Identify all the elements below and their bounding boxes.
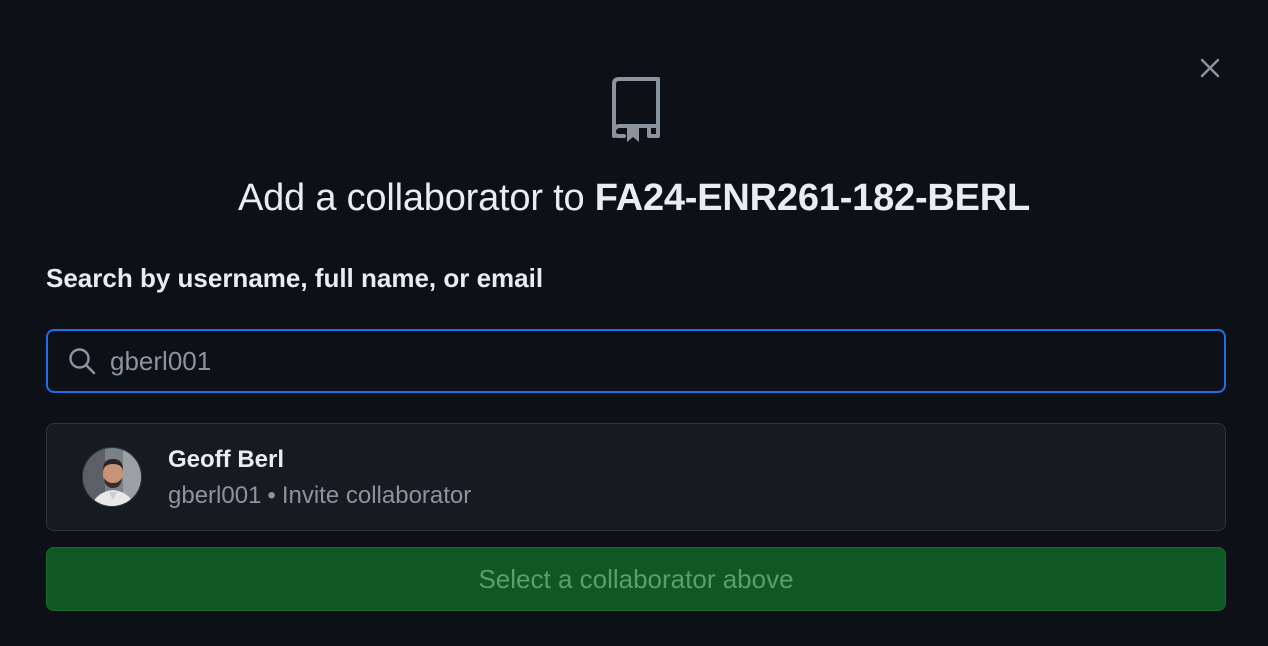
title-prefix: Add a collaborator to xyxy=(237,177,595,219)
invite-action-text: Invite collaborator xyxy=(281,482,472,509)
collaborator-result-item[interactable]: Geoff Berl gberl001 • Invite collaborator xyxy=(46,423,1226,531)
collaborator-name: Geoff Berl xyxy=(168,446,285,473)
add-collaborator-dialog: Add a collaborator to FA24-ENR261-182-BE… xyxy=(0,0,1268,646)
separator-dot: • xyxy=(267,482,276,509)
collaborator-username: gberl001 xyxy=(168,482,262,509)
search-icon xyxy=(66,345,98,377)
search-field[interactable] xyxy=(46,329,1226,393)
avatar xyxy=(82,447,142,507)
close-button[interactable] xyxy=(1194,52,1226,84)
collaborator-meta: gberl001 • Invite collaborator xyxy=(168,480,471,512)
search-input[interactable] xyxy=(110,331,1224,391)
search-label: Search by username, full name, or email xyxy=(46,263,544,293)
dialog-title: Add a collaborator to FA24-ENR261-182-BE… xyxy=(0,174,1268,222)
repo-name: FA24-ENR261-182-BERL xyxy=(594,177,1031,219)
select-collaborator-button[interactable]: Select a collaborator above xyxy=(46,547,1226,611)
close-icon xyxy=(1200,58,1220,78)
repo-icon xyxy=(612,77,660,142)
